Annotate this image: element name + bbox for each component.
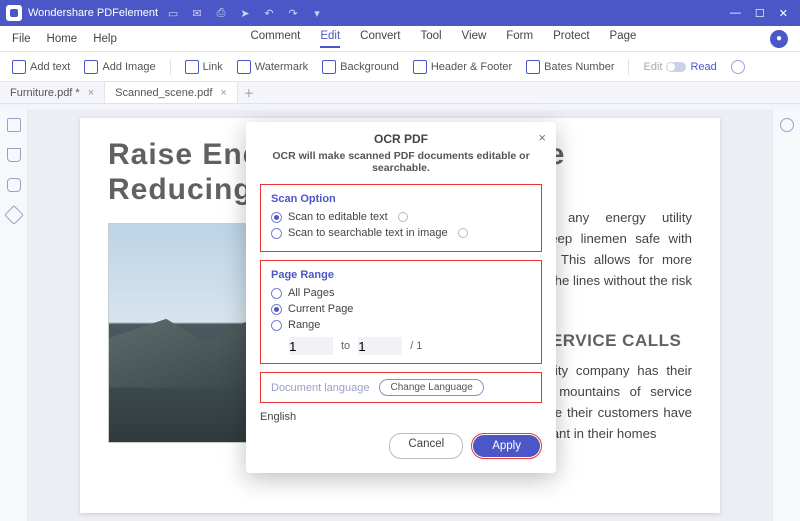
range-total: / 1	[410, 340, 422, 352]
close-button[interactable]: ✕	[779, 7, 788, 20]
range-current-label: Current Page	[288, 303, 353, 315]
range-current[interactable]: Current Page	[271, 303, 531, 315]
radio-icon	[271, 212, 282, 223]
user-avatar[interactable]: ●	[770, 30, 788, 48]
dialog-actions: Cancel Apply	[260, 433, 542, 459]
range-custom[interactable]: Range	[271, 319, 531, 331]
range-all-label: All Pages	[288, 287, 334, 299]
menu-home[interactable]: Home	[47, 33, 78, 45]
redo-icon[interactable]: ↷	[286, 7, 300, 20]
bates-icon	[526, 60, 540, 74]
language-label: Document language	[271, 382, 369, 394]
tab-page[interactable]: Page	[610, 30, 637, 48]
watermark-icon	[237, 60, 251, 74]
tab-view[interactable]: View	[462, 30, 487, 48]
thumbnail-icon[interactable]	[7, 118, 21, 132]
app-logo	[6, 5, 22, 21]
scan-opt-searchable-label: Scan to searchable text in image	[288, 227, 448, 239]
share-icon[interactable]: ➤	[238, 7, 252, 20]
tool-watermark[interactable]: Watermark	[237, 60, 308, 74]
menu-help[interactable]: Help	[93, 33, 117, 45]
tab-comment[interactable]: Comment	[250, 30, 300, 48]
app-title: Wondershare PDFelement	[28, 7, 158, 19]
right-rail	[772, 110, 800, 521]
menu-file[interactable]: File	[12, 33, 31, 45]
range-custom-label: Range	[288, 319, 320, 331]
info-icon[interactable]	[458, 228, 468, 238]
dropdown-icon[interactable]: ▾	[310, 7, 324, 20]
scan-option-section: Scan Option Scan to editable text Scan t…	[260, 184, 542, 252]
page-range-title: Page Range	[271, 269, 531, 281]
tool-add-image[interactable]: Add Image	[84, 60, 155, 74]
doc-tab-1-label: Furniture.pdf *	[10, 87, 80, 99]
link-icon	[185, 60, 199, 74]
menu-bar: File Home Help Comment Edit Convert Tool…	[0, 26, 800, 52]
scan-opt-searchable[interactable]: Scan to searchable text in image	[271, 227, 531, 239]
document-tabs: Furniture.pdf * × Scanned_scene.pdf × ＋	[0, 82, 800, 104]
info-icon[interactable]	[398, 212, 408, 222]
window-controls: — ☐ ✕	[730, 7, 794, 20]
print-icon[interactable]: ⎙	[214, 7, 228, 20]
maximize-button[interactable]: ☐	[755, 7, 765, 20]
tab-convert[interactable]: Convert	[360, 30, 400, 48]
doc-tab-2-label: Scanned_scene.pdf	[115, 87, 212, 99]
dialog-description: OCR will make scanned PDF documents edit…	[260, 150, 542, 174]
background-icon	[322, 60, 336, 74]
title-bar: Wondershare PDFelement ▭ ✉ ⎙ ➤ ↶ ↷ ▾ — ☐…	[0, 0, 800, 26]
header-footer-icon	[413, 60, 427, 74]
mode-toggle[interactable]	[666, 62, 686, 72]
range-from-input[interactable]	[289, 337, 333, 355]
mode-edit[interactable]: EditRead	[643, 61, 716, 73]
tool-background[interactable]: Background	[322, 60, 399, 74]
undo-icon[interactable]: ↶	[262, 7, 276, 20]
ocr-dialog: × OCR PDF OCR will make scanned PDF docu…	[246, 122, 556, 473]
attachment-icon[interactable]	[4, 205, 24, 225]
tool-add-text[interactable]: Add text	[12, 60, 70, 74]
edit-toolbar: Add text Add Image Link Watermark Backgr…	[0, 52, 800, 82]
left-rail	[0, 110, 28, 521]
scan-opt-editable[interactable]: Scan to editable text	[271, 211, 531, 223]
range-inputs: to / 1	[289, 337, 531, 355]
tab-tool[interactable]: Tool	[420, 30, 441, 48]
mail-icon[interactable]: ✉	[190, 7, 204, 20]
tab-protect[interactable]: Protect	[553, 30, 589, 48]
radio-icon	[271, 288, 282, 299]
tool-bates[interactable]: Bates Number	[526, 60, 614, 74]
dialog-title: OCR PDF	[260, 132, 542, 146]
minimize-button[interactable]: —	[730, 7, 741, 20]
change-language-button[interactable]: Change Language	[379, 379, 483, 396]
annotation-icon[interactable]	[7, 178, 21, 192]
language-section: Document language Change Language	[260, 372, 542, 403]
radio-icon	[271, 320, 282, 331]
doc-tab-1-close-icon[interactable]: ×	[88, 87, 94, 99]
add-tab-button[interactable]: ＋	[238, 82, 260, 103]
page-range-section: Page Range All Pages Current Page Range …	[260, 260, 542, 364]
language-value: English	[260, 411, 542, 423]
tab-edit[interactable]: Edit	[320, 30, 340, 48]
open-icon[interactable]: ▭	[166, 7, 180, 20]
text-icon	[12, 60, 26, 74]
bookmark-icon[interactable]	[7, 148, 21, 162]
range-to-label: to	[341, 340, 350, 352]
image-icon	[84, 60, 98, 74]
range-all[interactable]: All Pages	[271, 287, 531, 299]
apply-button[interactable]: Apply	[473, 435, 540, 457]
scan-option-title: Scan Option	[271, 193, 531, 205]
radio-icon	[271, 304, 282, 315]
cancel-button[interactable]: Cancel	[389, 433, 463, 459]
search-icon[interactable]	[780, 118, 794, 132]
titlebar-quick-actions: ▭ ✉ ⎙ ➤ ↶ ↷ ▾	[166, 7, 324, 20]
tab-form[interactable]: Form	[506, 30, 533, 48]
tool-header-footer[interactable]: Header & Footer	[413, 60, 512, 74]
scan-opt-editable-label: Scan to editable text	[288, 211, 388, 223]
doc-tab-2-close-icon[interactable]: ×	[220, 87, 226, 99]
doc-tab-2[interactable]: Scanned_scene.pdf ×	[105, 82, 238, 103]
tool-link[interactable]: Link	[185, 60, 223, 74]
settings-icon[interactable]	[731, 60, 745, 74]
radio-icon	[271, 228, 282, 239]
doc-tab-1[interactable]: Furniture.pdf * ×	[0, 82, 105, 103]
range-to-input[interactable]	[358, 337, 402, 355]
